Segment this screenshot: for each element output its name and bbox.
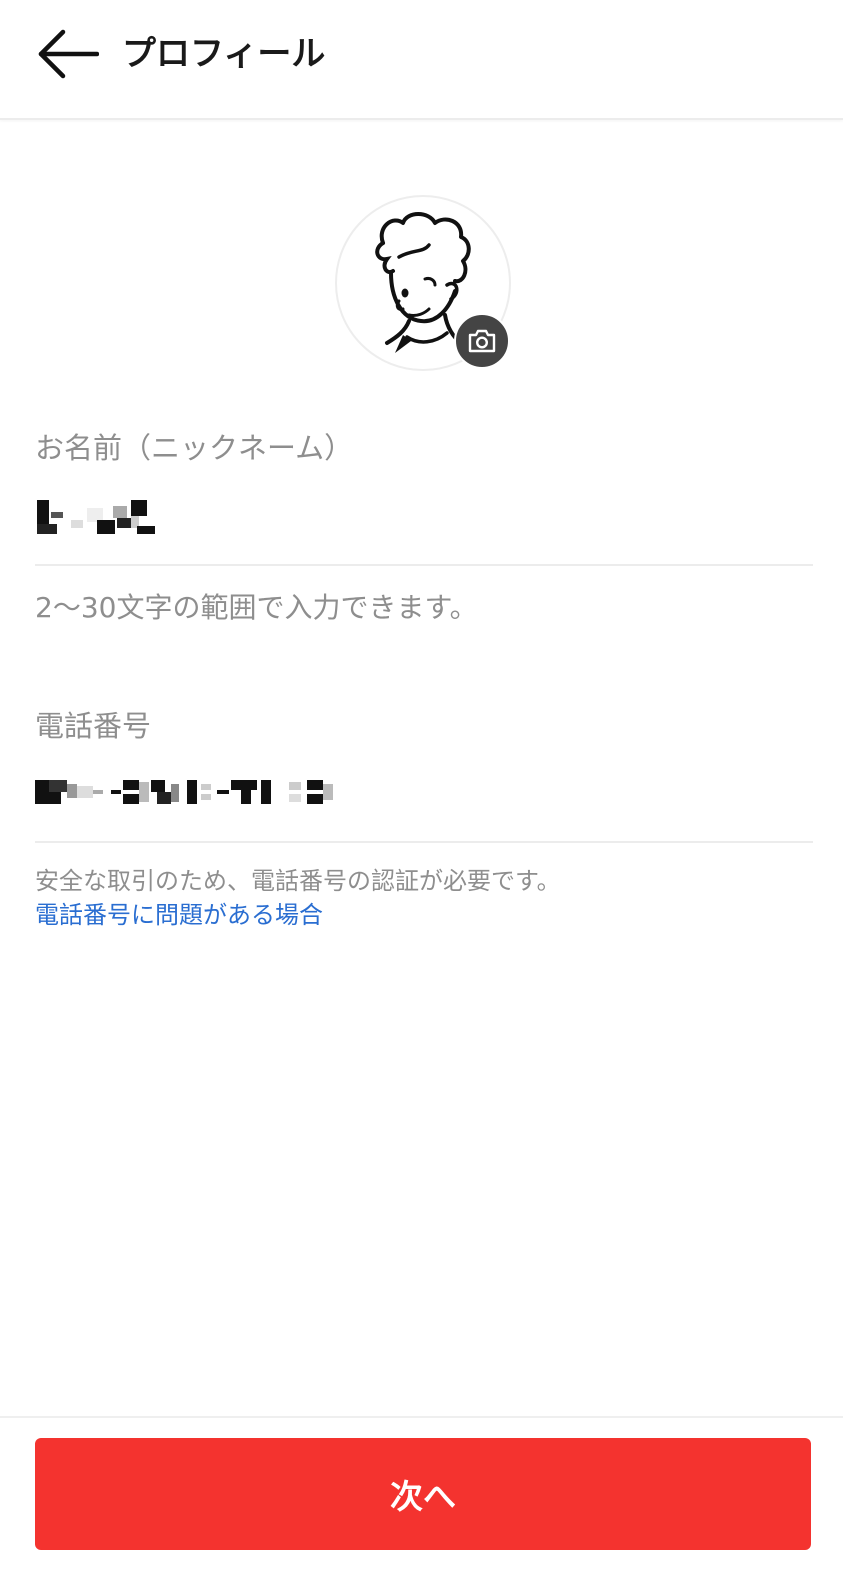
phone-input[interactable] bbox=[35, 776, 335, 808]
profile-page: プロフィール お名前（ニックネーム） 2〜30文字の範囲で入力できます。 電話番… bbox=[0, 0, 843, 1574]
name-field-divider bbox=[35, 564, 813, 566]
phone-help-text: 安全な取引のため、電話番号の認証が必要です。 bbox=[35, 867, 561, 895]
page-title: プロフィール bbox=[122, 34, 326, 74]
phone-problem-link[interactable]: 電話番号に問題がある場合 bbox=[35, 898, 323, 932]
name-help-text: 2〜30文字の範囲で入力できます。 bbox=[35, 591, 478, 624]
camera-icon bbox=[468, 329, 496, 353]
change-photo-button[interactable] bbox=[454, 313, 510, 369]
next-button[interactable]: 次へ bbox=[35, 1438, 811, 1550]
avatar-container bbox=[335, 195, 511, 371]
phone-field-label: 電話番号 bbox=[35, 709, 152, 743]
footer-divider bbox=[0, 1416, 843, 1418]
app-header: プロフィール bbox=[0, 0, 843, 120]
arrow-left-icon bbox=[38, 29, 99, 79]
name-input[interactable] bbox=[35, 498, 160, 538]
redacted-phone-value bbox=[35, 780, 333, 804]
redacted-name-value bbox=[37, 500, 155, 534]
back-button[interactable] bbox=[36, 28, 100, 80]
phone-field-divider bbox=[35, 841, 813, 843]
name-field-label: お名前（ニックネーム） bbox=[35, 431, 354, 465]
